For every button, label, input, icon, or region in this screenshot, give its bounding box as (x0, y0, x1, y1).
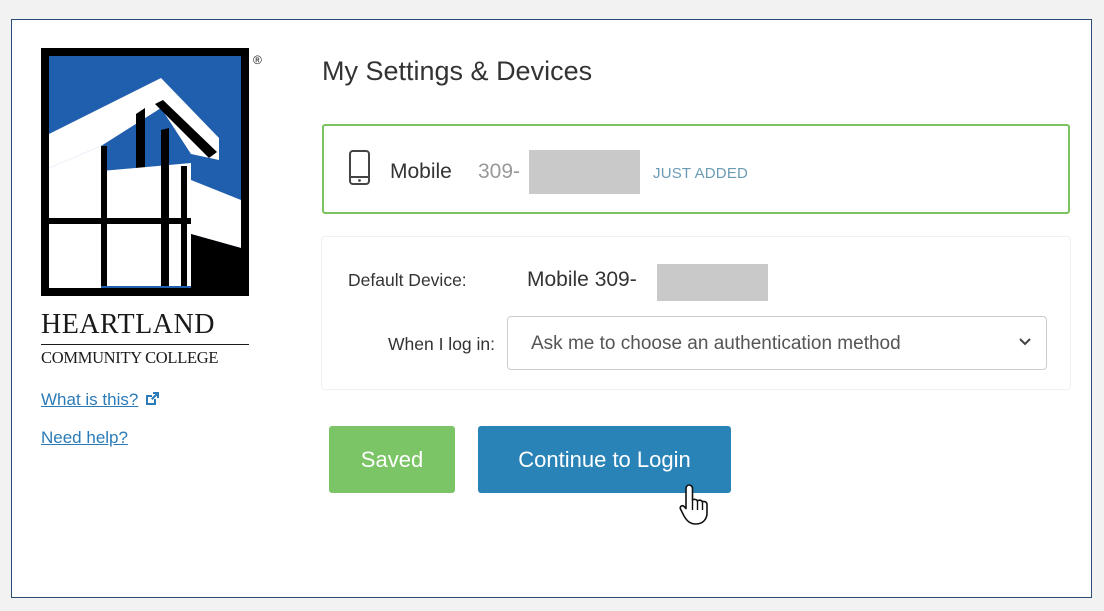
default-device-panel: Default Device: Mobile 309- When I log i… (322, 237, 1070, 389)
registered-mark: ® (253, 53, 262, 67)
mobile-phone-icon (349, 150, 370, 185)
college-logo: ® HEARTLAND COMMUNITY COLLEGE (41, 48, 267, 374)
logo-graphic (41, 48, 249, 296)
logo-divider (41, 344, 249, 345)
external-link-icon (146, 392, 160, 405)
logo-name: HEARTLAND (41, 309, 215, 340)
need-help-link[interactable]: Need help? (41, 428, 128, 448)
when-login-label: When I log in: (388, 334, 495, 354)
auth-frame: ® HEARTLAND COMMUNITY COLLEGE What is th… (11, 19, 1092, 598)
device-card: Mobile 309- JUST ADDED (322, 124, 1070, 214)
device-number: 309- (478, 160, 521, 183)
default-device-label: Default Device: (348, 270, 467, 290)
device-type: Mobile (390, 160, 452, 183)
auth-method-selected: Ask me to choose an authentication metho… (531, 333, 901, 354)
chevron-down-icon (1019, 338, 1031, 346)
logo-subtitle: COMMUNITY COLLEGE (41, 348, 219, 367)
redacted-default-number (657, 264, 768, 301)
auth-method-select[interactable]: Ask me to choose an authentication metho… (507, 316, 1047, 370)
default-device-value: Mobile 309- (527, 268, 637, 291)
what-is-this-link[interactable]: What is this? (41, 390, 160, 410)
redacted-number (529, 150, 640, 194)
page-title: My Settings & Devices (322, 56, 593, 86)
saved-button[interactable]: Saved (329, 426, 455, 493)
continue-to-login-button[interactable]: Continue to Login (478, 426, 731, 493)
just-added-badge: JUST ADDED (653, 165, 749, 182)
what-is-this-label: What is this? (41, 390, 139, 409)
